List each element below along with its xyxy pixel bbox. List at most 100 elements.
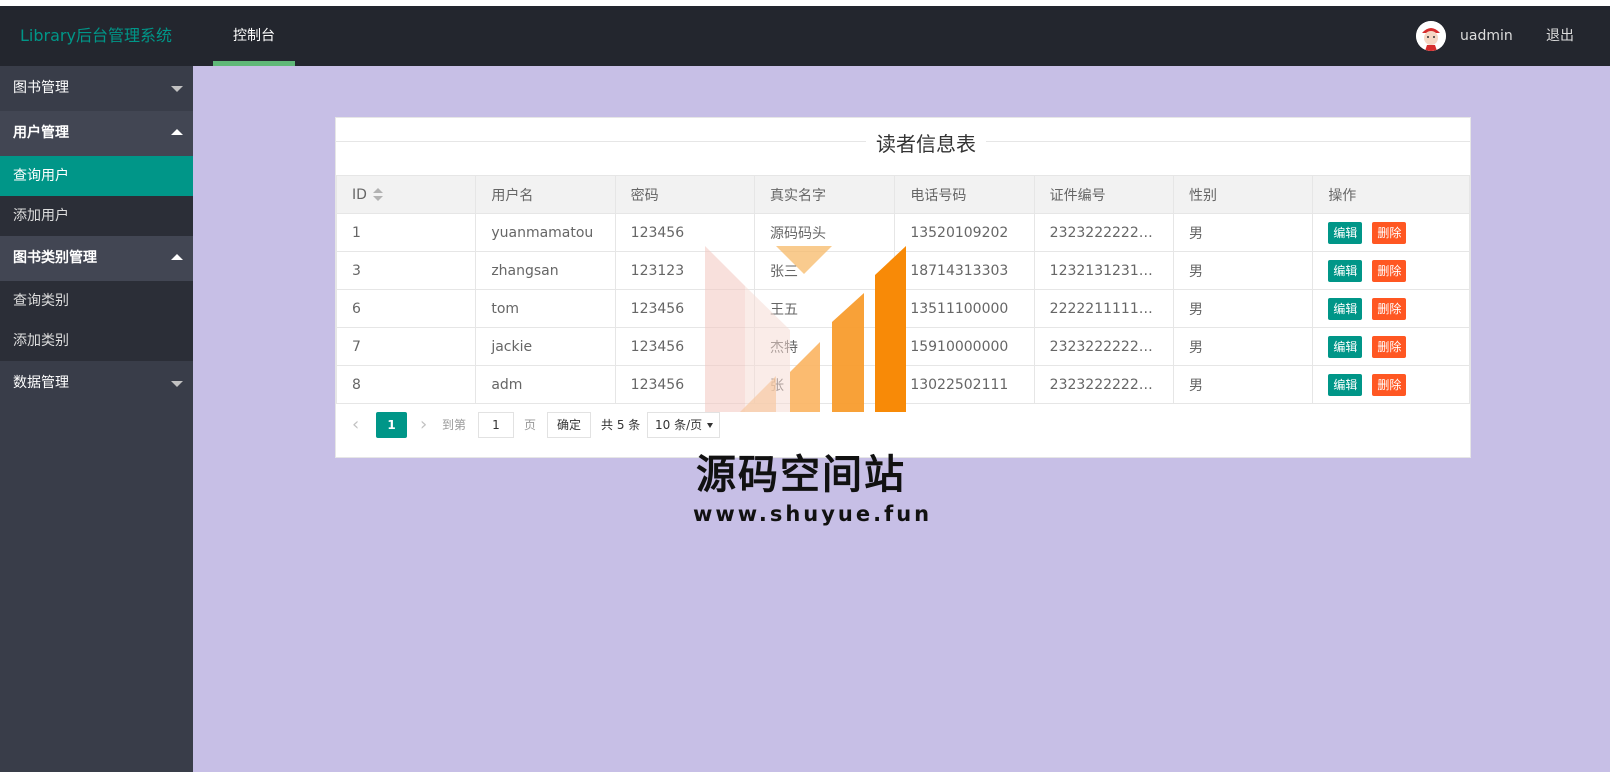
edit-button[interactable]: 编辑 [1328,297,1363,320]
prev-page-icon[interactable]: ‹ [352,415,359,435]
column-header-actions: 操作 [1312,175,1470,214]
cell-phone: 18714313303 [894,251,1035,290]
sidebar-item-add-user[interactable]: 添加用户 [0,196,193,236]
sidebar-group-data-management[interactable]: 数据管理 [0,361,193,406]
page-size-value: 10 条/页 [655,418,703,432]
cell-idcard: 232322222222... [1033,365,1174,404]
cell-password: 123123 [614,251,755,290]
next-page-icon[interactable]: › [420,415,427,435]
column-header-id[interactable]: ID [335,175,477,214]
delete-button[interactable]: 删除 [1372,221,1407,244]
avatar[interactable] [1416,21,1446,51]
cell-username: adm [475,365,616,404]
tab-dashboard[interactable]: 控制台 [213,6,295,66]
edit-button[interactable]: 编辑 [1328,373,1363,396]
cell-phone: 13511100000 [894,289,1035,328]
cell-id: 1 [335,213,477,252]
cell-phone: 13022502111 [894,365,1035,404]
reader-info-panel: 读者信息表 ID 用户名 密码 真实名字 电话号码 证件编号 性别 操作 1 y… [335,117,1471,458]
reader-table: ID 用户名 密码 真实名字 电话号码 证件编号 性别 操作 1 yuanmam… [335,175,1470,404]
cell-idcard: 2222211111111... [1033,289,1174,328]
cell-idcard: 123213123123... [1033,251,1174,290]
table-header-row: ID 用户名 密码 真实名字 电话号码 证件编号 性别 操作 [335,175,1470,214]
cell-gender: 男 [1172,251,1314,290]
cell-password: 123456 [614,213,755,252]
sidebar-group-category-management[interactable]: 图书类别管理 [0,236,193,281]
cell-realname: 源码码头 [753,213,896,252]
column-header-phone: 电话号码 [894,175,1035,214]
current-page-button[interactable]: 1 [376,412,407,438]
cell-realname: 张三 [753,251,896,290]
sidebar-item-query-categories[interactable]: 查询类别 [0,281,193,321]
sidebar-group-label: 用户管理 [13,125,69,141]
cell-username: yuanmamatou [475,213,616,252]
chevron-up-icon [171,254,183,260]
page-size-select[interactable]: 10 条/页 [647,412,720,438]
table-row: 1 yuanmamatou 123456 源码码头 13520109202 23… [335,213,1470,252]
delete-button[interactable]: 删除 [1372,335,1407,358]
cell-gender: 男 [1172,365,1314,404]
delete-button[interactable]: 删除 [1372,373,1407,396]
username-label[interactable]: uadmin [1460,6,1513,66]
cell-password: 123456 [614,327,755,366]
cell-id: 7 [335,327,477,366]
cell-id: 6 [335,289,477,328]
cell-idcard: 232322222222... [1033,327,1174,366]
sidebar-group-book-management[interactable]: 图书管理 [0,66,193,111]
cell-phone: 15910000000 [894,327,1035,366]
table-row: 8 adm 123456 张 13022502111 232322222222.… [335,365,1470,404]
goto-confirm-button[interactable]: 确定 [547,412,591,438]
cell-gender: 男 [1172,327,1314,366]
cell-username: tom [475,289,616,328]
cell-realname: 张 [753,365,896,404]
cell-actions: 编辑 删除 [1312,213,1470,252]
tab-dashboard-label: 控制台 [233,28,275,44]
watermark-title: 源码空间站 [696,452,906,498]
table-row: 7 jackie 123456 杰特 15910000000 232322222… [335,327,1470,366]
goto-page-input[interactable]: 1 [478,412,514,438]
delete-button[interactable]: 删除 [1372,259,1407,282]
cell-id: 8 [335,365,477,404]
caret-down-icon [707,423,713,428]
cell-realname: 杰特 [753,327,896,366]
table-row: 3 zhangsan 123123 张三 18714313303 1232131… [335,251,1470,290]
sidebar-item-add-category[interactable]: 添加类别 [0,321,193,361]
sidebar-group-label: 图书类别管理 [13,250,97,266]
delete-button[interactable]: 删除 [1372,297,1407,320]
chevron-up-icon [171,129,183,135]
cell-idcard: 232322222222... [1033,213,1174,252]
cell-gender: 男 [1172,289,1314,328]
column-header-username: 用户名 [475,175,616,214]
logout-link[interactable]: 退出 [1546,6,1574,66]
cell-username: jackie [475,327,616,366]
edit-button[interactable]: 编辑 [1328,221,1363,244]
edit-button[interactable]: 编辑 [1328,259,1363,282]
cell-id: 3 [335,251,477,290]
cell-realname: 王五 [753,289,896,328]
sidebar-group-user-management[interactable]: 用户管理 [0,111,193,156]
sidebar-item-query-users[interactable]: 查询用户 [0,156,193,196]
cell-actions: 编辑 删除 [1312,289,1470,328]
column-header-gender: 性别 [1172,175,1314,214]
top-header: Library后台管理系统 控制台 uadmin [0,6,1610,66]
cell-actions: 编辑 删除 [1312,365,1470,404]
watermark-url: www.shuyue.fun [693,502,933,526]
total-count: 共 5 条 [601,418,641,432]
column-header-password: 密码 [614,175,755,214]
column-header-realname: 真实名字 [753,175,896,214]
cell-actions: 编辑 删除 [1312,327,1470,366]
sidebar-submenu-users: 查询用户 添加用户 [0,156,193,236]
sort-icon[interactable] [372,187,383,202]
goto-label: 到第 [442,418,467,432]
app-logo-title[interactable]: Library后台管理系统 [20,6,172,66]
sidebar-submenu-categories: 查询类别 添加类别 [0,281,193,361]
cell-username: zhangsan [475,251,616,290]
edit-button[interactable]: 编辑 [1328,335,1363,358]
cell-actions: 编辑 删除 [1312,251,1470,290]
pagination: ‹ 1 › 到第 1 页 确定 共 5 条 10 条/页 [336,406,1470,444]
avatar-face-icon [1416,21,1446,51]
table-row: 6 tom 123456 王五 13511100000 222221111111… [335,289,1470,328]
sidebar-group-label: 数据管理 [13,375,69,391]
cell-phone: 13520109202 [894,213,1035,252]
chevron-down-icon [171,86,183,92]
